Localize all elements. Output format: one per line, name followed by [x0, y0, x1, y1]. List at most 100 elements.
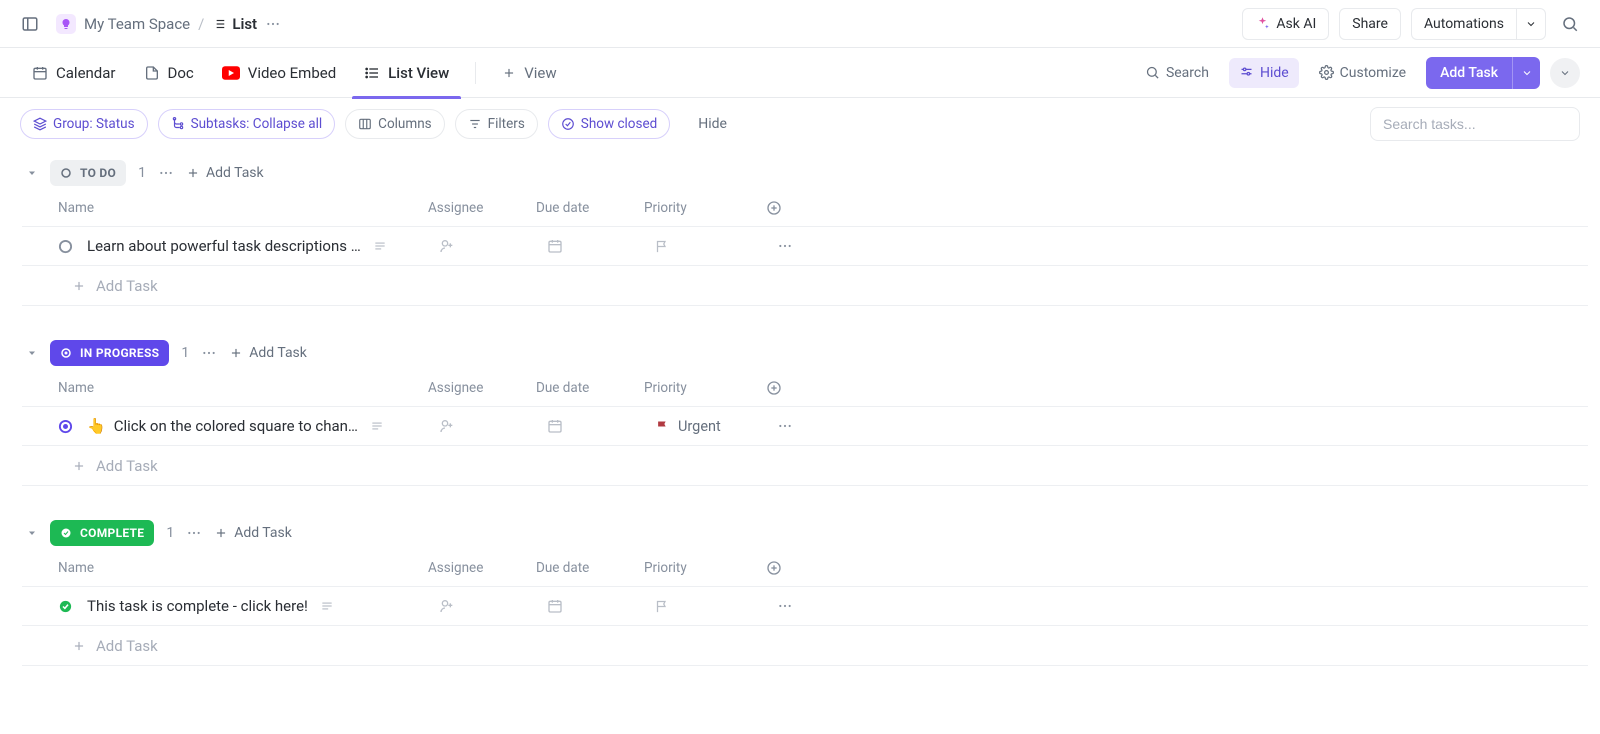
add-column-button[interactable]	[766, 200, 806, 216]
add-task-inline-label: Add Task	[249, 345, 307, 361]
show-closed-label: Show closed	[581, 116, 657, 132]
add-task-inline-label: Add Task	[206, 165, 264, 181]
add-task-row[interactable]: Add Task	[22, 446, 1588, 486]
col-priority[interactable]: Priority	[644, 200, 766, 216]
task-name[interactable]: This task is complete - click here!	[87, 597, 439, 615]
priority-cell[interactable]	[655, 239, 777, 254]
search-icon	[1145, 65, 1160, 80]
breadcrumb-current-label: List	[232, 15, 257, 33]
global-search-icon[interactable]	[1556, 10, 1584, 38]
task-row[interactable]: This task is complete - click here!	[22, 586, 1588, 626]
col-name[interactable]: Name	[58, 380, 428, 396]
col-name[interactable]: Name	[58, 200, 428, 216]
add-task-caret-button[interactable]	[1512, 57, 1540, 89]
add-task-button[interactable]: Add Task	[1426, 57, 1512, 89]
tab-doc[interactable]: Doc	[132, 48, 206, 98]
columns-pill[interactable]: Columns	[345, 109, 444, 139]
breadcrumb-more-icon[interactable]	[265, 16, 281, 32]
col-priority[interactable]: Priority	[644, 560, 766, 576]
row-more-icon[interactable]	[777, 238, 817, 254]
col-assignee[interactable]: Assignee	[428, 560, 536, 576]
due-date-cell[interactable]	[547, 418, 655, 434]
plus-icon	[502, 66, 516, 80]
task-name[interactable]: Learn about powerful task descriptions …	[87, 237, 439, 255]
row-more-icon[interactable]	[777, 598, 817, 614]
add-task-row[interactable]: Add Task	[22, 626, 1588, 666]
priority-cell[interactable]: Urgent	[655, 418, 777, 435]
filters-pill-label: Filters	[488, 116, 525, 132]
show-closed-pill[interactable]: Show closed	[548, 109, 670, 139]
add-task-inline[interactable]: Add Task	[186, 165, 264, 181]
col-name[interactable]: Name	[58, 560, 428, 576]
automations-caret-button[interactable]	[1516, 8, 1546, 40]
due-date-cell[interactable]	[547, 238, 655, 254]
group-todo: TO DO 1 Add Task Name Assignee Due date …	[22, 154, 1588, 306]
breadcrumb-space[interactable]: My Team Space	[84, 15, 190, 33]
add-view-button[interactable]: View	[490, 48, 568, 98]
share-label: Share	[1352, 16, 1388, 32]
ask-ai-button[interactable]: Ask AI	[1242, 8, 1329, 40]
group-inprogress: IN PROGRESS 1 Add Task Name Assignee Due…	[22, 334, 1588, 486]
group-pill-label: Group: Status	[53, 116, 135, 132]
more-circle-button[interactable]	[1550, 58, 1580, 88]
add-column-button[interactable]	[766, 560, 806, 576]
add-task-row[interactable]: Add Task	[22, 266, 1588, 306]
add-column-button[interactable]	[766, 380, 806, 396]
assignee-cell[interactable]	[439, 598, 547, 614]
hide-link[interactable]: Hide	[690, 116, 735, 132]
add-task-inline[interactable]: Add Task	[229, 345, 307, 361]
views-bar: Calendar Doc Video Embed List View View …	[0, 48, 1600, 98]
col-due[interactable]: Due date	[536, 200, 644, 216]
task-status-icon[interactable]	[58, 239, 73, 254]
task-row[interactable]: 👆 Click on the colored square to chan… U…	[22, 406, 1588, 446]
priority-label: Urgent	[678, 418, 721, 435]
status-pill-todo[interactable]: TO DO	[50, 160, 126, 186]
due-date-cell[interactable]	[547, 598, 655, 614]
assignee-cell[interactable]	[439, 418, 547, 434]
group-more-icon[interactable]	[186, 525, 202, 541]
customize-chip[interactable]: Customize	[1309, 58, 1416, 88]
add-view-label: View	[524, 64, 556, 82]
task-status-icon[interactable]	[58, 599, 73, 614]
col-assignee[interactable]: Assignee	[428, 380, 536, 396]
task-row[interactable]: Learn about powerful task descriptions …	[22, 226, 1588, 266]
col-due[interactable]: Due date	[536, 560, 644, 576]
col-priority[interactable]: Priority	[644, 380, 766, 396]
tab-calendar[interactable]: Calendar	[20, 48, 128, 98]
filter-bar: Group: Status Subtasks: Collapse all Col…	[0, 98, 1600, 150]
description-icon[interactable]	[370, 419, 384, 433]
priority-cell[interactable]	[655, 599, 777, 614]
description-icon[interactable]	[320, 599, 334, 613]
caret-icon[interactable]	[26, 347, 38, 359]
filter-icon	[468, 117, 482, 131]
automations-button[interactable]: Automations	[1411, 8, 1516, 40]
description-icon[interactable]	[373, 239, 387, 253]
sidebar-toggle-icon[interactable]	[16, 10, 44, 38]
search-tasks-input[interactable]	[1370, 107, 1580, 141]
task-status-icon[interactable]	[58, 419, 73, 434]
group-more-icon[interactable]	[201, 345, 217, 361]
column-header: Name Assignee Due date Priority	[22, 552, 1588, 586]
add-task-inline[interactable]: Add Task	[214, 525, 292, 541]
caret-icon[interactable]	[26, 527, 38, 539]
share-button[interactable]: Share	[1339, 8, 1401, 40]
search-chip[interactable]: Search	[1135, 58, 1219, 88]
assignee-cell[interactable]	[439, 238, 547, 254]
group-more-icon[interactable]	[158, 165, 174, 181]
status-pill-inprogress[interactable]: IN PROGRESS	[50, 340, 169, 366]
status-pill-complete[interactable]: COMPLETE	[50, 520, 154, 546]
subtasks-pill[interactable]: Subtasks: Collapse all	[158, 109, 336, 139]
status-pill-inprogress-label: IN PROGRESS	[80, 346, 159, 360]
caret-icon[interactable]	[26, 167, 38, 179]
row-more-icon[interactable]	[777, 418, 817, 434]
filters-pill[interactable]: Filters	[455, 109, 538, 139]
breadcrumb-current[interactable]: List	[212, 15, 257, 33]
col-assignee[interactable]: Assignee	[428, 200, 536, 216]
plus-icon	[72, 459, 86, 473]
hide-chip[interactable]: Hide	[1229, 58, 1299, 88]
task-name[interactable]: 👆 Click on the colored square to chan…	[87, 417, 439, 435]
tab-list-view[interactable]: List View	[352, 48, 461, 98]
col-due[interactable]: Due date	[536, 380, 644, 396]
tab-video-embed[interactable]: Video Embed	[210, 48, 348, 98]
group-pill[interactable]: Group: Status	[20, 109, 148, 139]
